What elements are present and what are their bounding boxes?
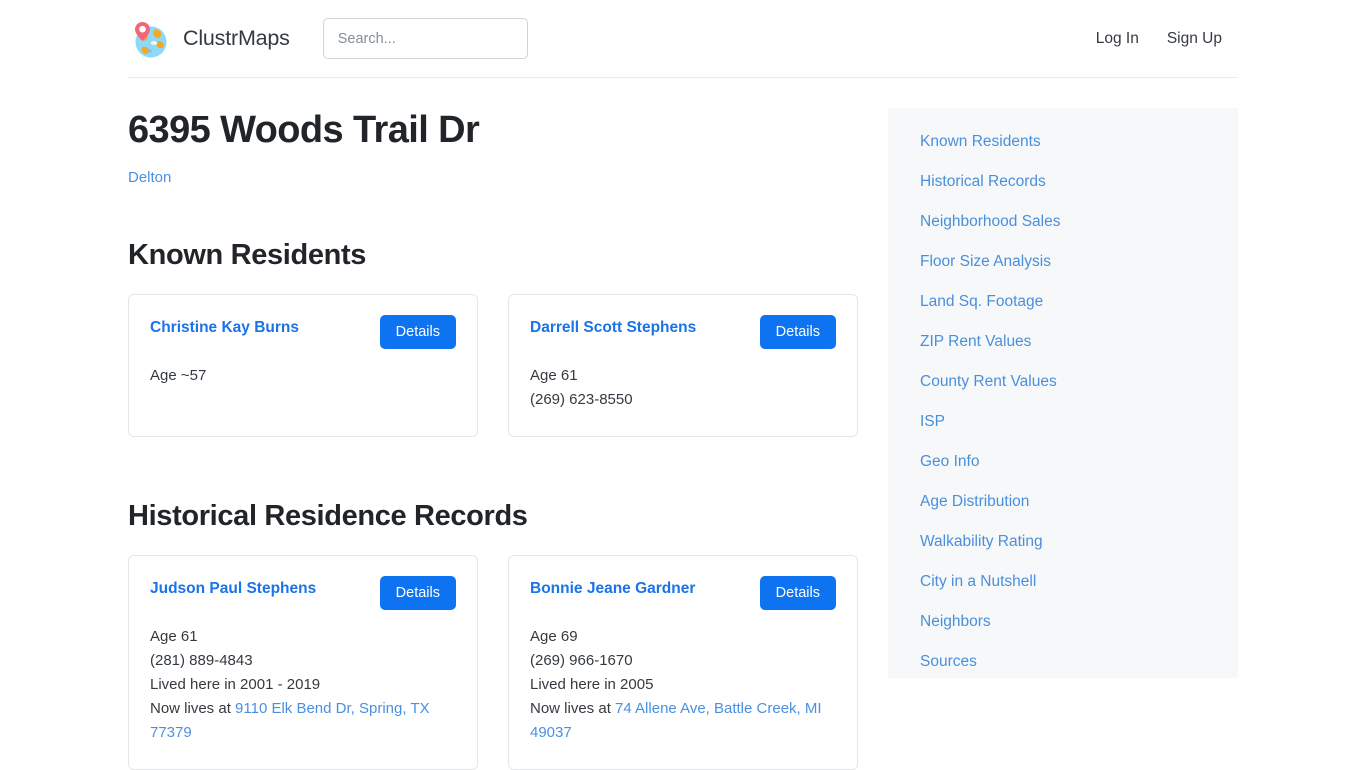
resident-name-link[interactable]: Christine Kay Burns — [150, 315, 299, 338]
record-age: Age 61 — [150, 627, 198, 645]
record-now-lives: Now lives at 74 Allene Ave, Battle Creek… — [530, 697, 836, 745]
record-name-link[interactable]: Bonnie Jeane Gardner — [530, 576, 695, 599]
sidebar-item-walkability-rating[interactable]: Walkability Rating — [888, 522, 1238, 562]
record-now-lives: Now lives at 9110 Elk Bend Dr, Spring, T… — [150, 697, 456, 745]
sidebar-item-isp[interactable]: ISP — [888, 402, 1238, 442]
sidebar-item-neighborhood-sales[interactable]: Neighborhood Sales — [888, 202, 1238, 242]
card-body: Age ~57 — [150, 364, 456, 388]
main-content: 6395 Woods Trail Dr Delton Known Residen… — [128, 78, 870, 770]
now-lives-prefix: Now lives at — [530, 699, 616, 717]
record-phone: (281) 889-4843 — [150, 651, 253, 669]
sidebar-item-land-sq-footage[interactable]: Land Sq. Footage — [888, 282, 1238, 322]
sidebar-item-known-residents[interactable]: Known Residents — [888, 122, 1238, 162]
resident-card: Christine Kay Burns Details Age ~57 — [128, 293, 478, 437]
sidebar-item-historical-records[interactable]: Historical Records — [888, 162, 1238, 202]
known-residents-heading: Known Residents — [128, 238, 367, 271]
card-body: Age 69 (269) 966-1670 Lived here in 2005… — [530, 625, 836, 745]
details-button[interactable]: Details — [379, 314, 456, 350]
record-name-link[interactable]: Judson Paul Stephens — [150, 576, 316, 599]
sidebar-item-neighbors[interactable]: Neighbors — [888, 602, 1238, 642]
city-link[interactable]: Delton — [128, 169, 171, 186]
sidebar-item-county-rent-values[interactable]: County Rent Values — [888, 362, 1238, 402]
card-header: Judson Paul Stephens Details — [150, 575, 456, 614]
known-residents-grid: Christine Kay Burns Details Age ~57 Darr… — [128, 293, 870, 437]
card-body: Age 61 (269) 623-8550 — [530, 364, 836, 412]
resident-age: Age ~57 — [150, 366, 207, 384]
historical-records-grid: Judson Paul Stephens Details Age 61 (281… — [128, 554, 870, 770]
card-header: Bonnie Jeane Gardner Details — [530, 575, 836, 614]
signup-link[interactable]: Sign Up — [1167, 30, 1222, 48]
historical-records-heading: Historical Residence Records — [128, 499, 528, 532]
page-title: 6395 Woods Trail Dr — [128, 109, 480, 151]
record-age: Age 69 — [530, 627, 578, 645]
globe-pin-icon — [128, 17, 172, 61]
sidebar-item-zip-rent-values[interactable]: ZIP Rent Values — [888, 322, 1238, 362]
details-button[interactable]: Details — [759, 314, 836, 350]
historical-record-card: Judson Paul Stephens Details Age 61 (281… — [128, 554, 478, 770]
site-header: ClustrMaps Log In Sign Up — [128, 0, 1238, 78]
card-body: Age 61 (281) 889-4843 Lived here in 2001… — [150, 625, 456, 745]
sidebar-item-age-distribution[interactable]: Age Distribution — [888, 482, 1238, 522]
record-phone: (269) 966-1670 — [530, 651, 633, 669]
sidebar-item-floor-size-analysis[interactable]: Floor Size Analysis — [888, 242, 1238, 282]
sidebar-item-sources[interactable]: Sources — [888, 642, 1238, 682]
card-header: Darrell Scott Stephens Details — [530, 314, 836, 353]
search-input[interactable] — [322, 18, 528, 59]
now-lives-prefix: Now lives at — [150, 699, 236, 717]
card-header: Christine Kay Burns Details — [150, 314, 456, 353]
sidebar-item-city-in-a-nutshell[interactable]: City in a Nutshell — [888, 562, 1238, 602]
resident-name-link[interactable]: Darrell Scott Stephens — [530, 315, 696, 338]
resident-phone: (269) 623-8550 — [530, 390, 633, 408]
header-actions: Log In Sign Up — [1096, 30, 1238, 48]
historical-record-card: Bonnie Jeane Gardner Details Age 69 (269… — [508, 554, 858, 770]
page-sidebar-nav: Known Residents Historical Records Neigh… — [888, 108, 1238, 678]
details-button[interactable]: Details — [379, 575, 456, 611]
resident-card: Darrell Scott Stephens Details Age 61 (2… — [508, 293, 858, 437]
record-lived-here: Lived here in 2005 — [530, 675, 654, 693]
brand-name: ClustrMaps — [183, 26, 290, 50]
details-button[interactable]: Details — [759, 575, 836, 611]
record-lived-here: Lived here in 2001 - 2019 — [150, 675, 321, 693]
sidebar-item-geo-info[interactable]: Geo Info — [888, 442, 1238, 482]
resident-age: Age 61 — [530, 366, 578, 384]
brand-logo-link[interactable]: ClustrMaps — [128, 17, 290, 61]
login-link[interactable]: Log In — [1096, 30, 1139, 48]
